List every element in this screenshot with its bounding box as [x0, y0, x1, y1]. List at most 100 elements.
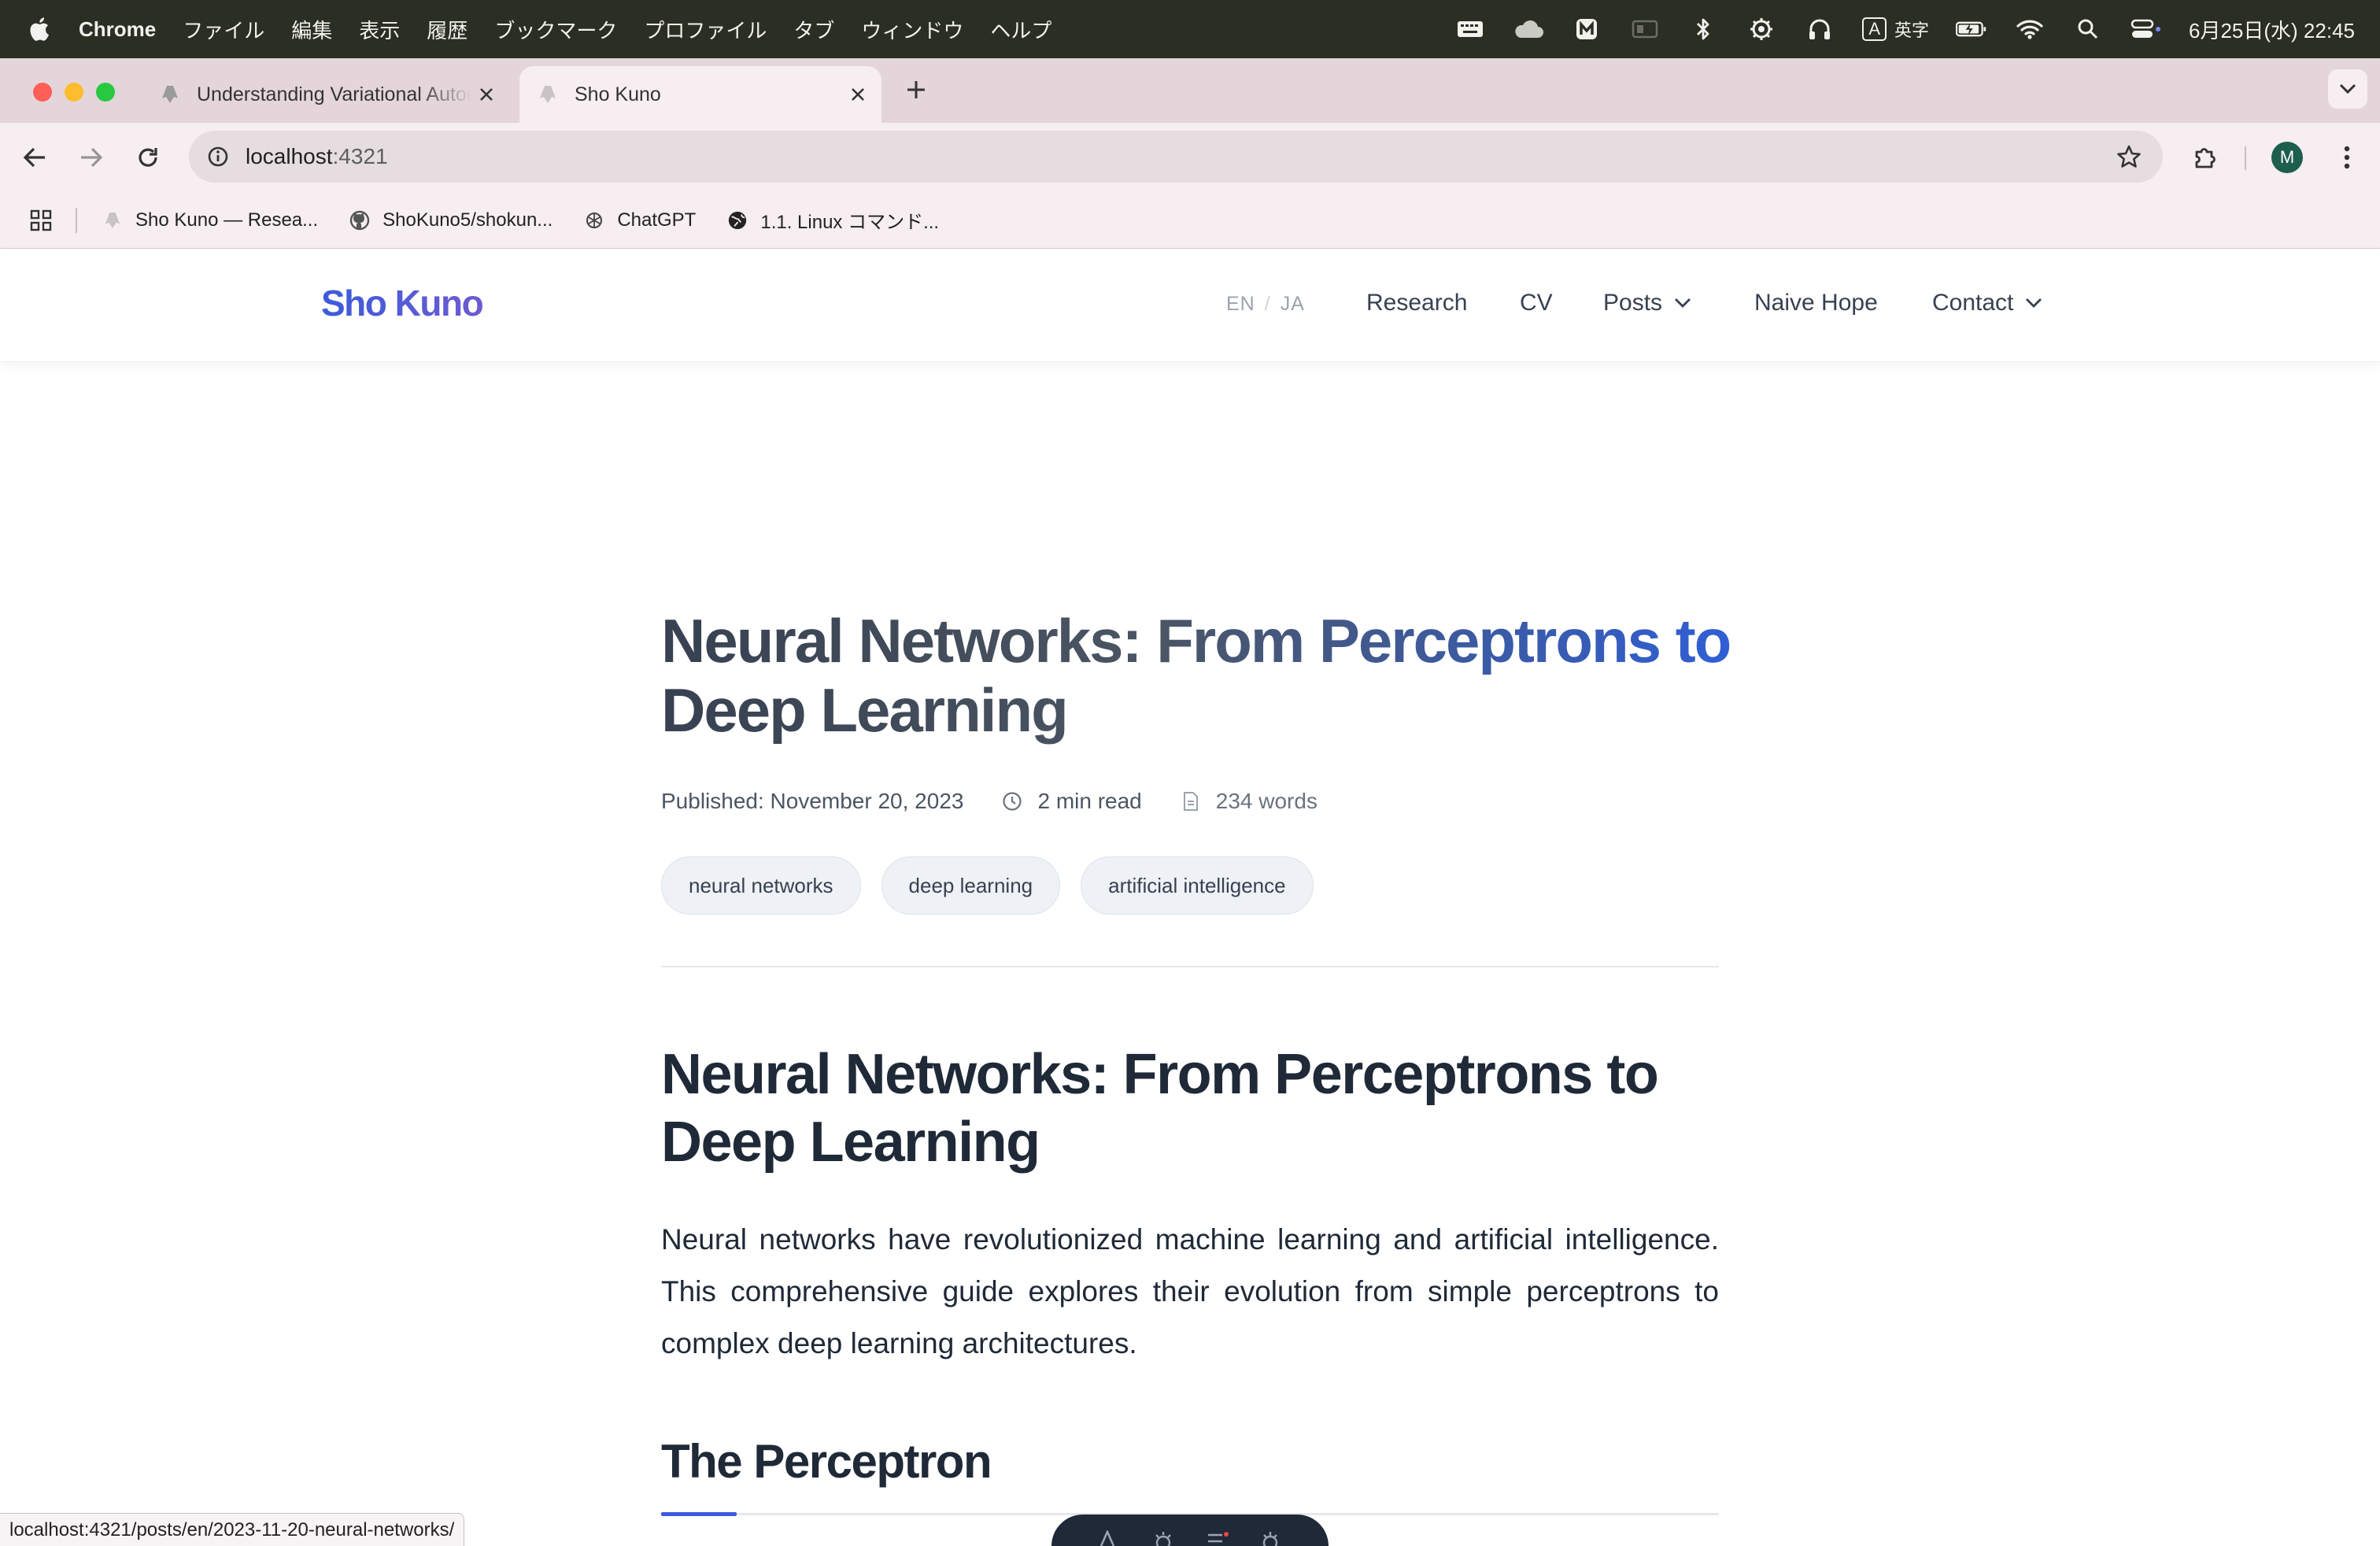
clock-icon [1001, 790, 1023, 812]
astro-favicon-icon [102, 210, 123, 231]
wifi-icon[interactable] [2014, 16, 2046, 43]
menu-file[interactable]: ファイル [183, 15, 264, 44]
reload-icon[interactable] [131, 140, 165, 175]
tab-close-icon[interactable] [844, 80, 872, 109]
profile-avatar[interactable]: M [2271, 142, 2303, 173]
bookmark-label: ChatGPT [617, 209, 697, 231]
mendeley-icon[interactable] [1571, 16, 1602, 43]
tag-artificial-intelligence[interactable]: artificial intelligence [1081, 856, 1314, 915]
ime-a-badge: A [1862, 17, 1887, 41]
chatgpt-icon [584, 210, 604, 231]
floating-reading-toolbar [1051, 1515, 1329, 1546]
bookmark-label: ShoKuno5/shokun... [382, 209, 553, 231]
bookmarks-bar: Sho Kuno — Resea... ShoKuno5/shokun... C… [0, 192, 2380, 249]
tab-sho-kuno[interactable]: Sho Kuno [519, 66, 881, 123]
tab-search-chevron-icon[interactable] [2328, 69, 2367, 109]
back-arrow-icon[interactable] [17, 140, 52, 175]
window-close-button[interactable] [33, 83, 52, 102]
section-heading-perceptron: The Perceptron [661, 1435, 992, 1488]
theme-toggle-icon[interactable] [1150, 1530, 1177, 1546]
chevron-down-icon [2024, 294, 2043, 313]
document-icon [1180, 790, 1202, 812]
chrome-toolbar: localhost:4321 M [0, 123, 2380, 192]
nav-contact[interactable]: Contact [1932, 290, 2043, 316]
menu-window[interactable]: ウィンドウ [861, 15, 963, 44]
bookmark-chatgpt[interactable]: ChatGPT [584, 209, 696, 231]
menu-profiles[interactable]: プロファイル [644, 15, 767, 44]
tag-neural-networks[interactable]: neural networks [661, 856, 861, 915]
menu-app-name[interactable]: Chrome [79, 17, 156, 42]
window-minimize-button[interactable] [65, 83, 83, 102]
toc-icon[interactable] [1203, 1530, 1230, 1546]
tab-title: Sho Kuno [575, 83, 661, 105]
window-fullscreen-button[interactable] [96, 83, 115, 102]
github-icon [349, 210, 370, 231]
nav-naive-hope[interactable]: Naive Hope [1754, 290, 1878, 316]
lang-separator: / [1264, 293, 1271, 315]
nav-posts-label: Posts [1603, 290, 1663, 316]
tab-close-icon[interactable] [472, 80, 501, 109]
tag-list: neural networks deep learning artificial… [661, 856, 1314, 915]
new-tab-plus-icon[interactable] [902, 76, 930, 104]
address-bar[interactable]: localhost:4321 [189, 131, 2163, 183]
globe-icon [727, 210, 748, 231]
url-text: localhost:4321 [246, 144, 388, 169]
language-switcher: EN / JA [1226, 293, 1305, 316]
menu-edit[interactable]: 編集 [291, 15, 332, 44]
cloud-icon[interactable] [1513, 16, 1544, 43]
site-info-icon[interactable] [200, 139, 236, 175]
input-method-indicator[interactable]: A 英字 [1862, 17, 1929, 42]
word-count: 234 words [1215, 789, 1318, 813]
site-logo[interactable]: Sho Kuno [321, 282, 484, 324]
bookmark-sho-kuno[interactable]: Sho Kuno — Resea... [102, 209, 318, 231]
tag-deep-learning[interactable]: deep learning [881, 856, 1061, 915]
read-time: 2 min read [1037, 789, 1142, 813]
lang-ja-link[interactable]: JA [1281, 293, 1305, 315]
bookmark-star-icon[interactable] [2114, 142, 2144, 172]
headphones-icon[interactable] [1804, 16, 1835, 43]
bookmark-label: Sho Kuno — Resea... [135, 209, 319, 231]
extensions-puzzle-icon[interactable] [2188, 140, 2223, 175]
chrome-tab-strip: Understanding Variational Autoencoders S… [0, 58, 2380, 123]
tab-title: Understanding Variational Autoencoders [197, 83, 472, 105]
menubar-clock[interactable]: 6月25日(水) 22:45 [2189, 15, 2355, 44]
battery-charging-icon[interactable] [1956, 16, 1987, 43]
nav-cv[interactable]: CV [1520, 290, 1553, 316]
forward-arrow-icon[interactable] [74, 140, 109, 175]
keyboard-icon[interactable] [1454, 16, 1486, 43]
control-center-icon[interactable] [2131, 16, 2162, 43]
link-status-bubble: localhost:4321/posts/en/2023-11-20-neura… [0, 1513, 465, 1546]
chevron-down-icon [1673, 294, 1692, 313]
apple-menu-icon[interactable] [27, 15, 50, 43]
content-heading: Neural Networks: From Perceptrons to Dee… [661, 1043, 1659, 1174]
published-date: Published: November 20, 2023 [661, 789, 964, 813]
bookmark-label: 1.1. Linux コマンド... [760, 212, 940, 233]
menu-help[interactable]: ヘルプ [990, 15, 1051, 44]
astro-favicon-icon [537, 83, 559, 105]
settings-gear-icon[interactable] [1257, 1530, 1284, 1546]
menu-history[interactable]: 履歴 [427, 15, 468, 44]
bookmark-linux-commands[interactable]: 1.1. Linux コマンド... [727, 206, 939, 234]
bookmark-github-shokuno[interactable]: ShoKuno5/shokun... [349, 209, 552, 231]
apps-grid-icon[interactable] [28, 208, 54, 233]
menu-view[interactable]: 表示 [359, 15, 400, 44]
toolbar-divider [2245, 146, 2246, 170]
lang-en-link[interactable]: EN [1226, 293, 1255, 315]
spotlight-search-icon[interactable] [2072, 16, 2104, 43]
menu-tab[interactable]: タブ [793, 15, 834, 44]
display-icon[interactable] [1629, 16, 1661, 43]
more-menu-icon[interactable] [2330, 140, 2364, 175]
tab-understanding-vae[interactable]: Understanding Variational Autoencoders [146, 66, 510, 123]
bookmarks-separator [76, 207, 77, 233]
gear-status-icon[interactable] [1746, 16, 1777, 43]
bluetooth-icon[interactable] [1687, 16, 1719, 43]
article-title: Neural Networks: From Perceptrons to Dee… [661, 606, 1747, 745]
nav-research[interactable]: Research [1366, 290, 1467, 316]
menu-bookmarks[interactable]: ブックマーク [494, 15, 617, 44]
nav-posts[interactable]: Posts [1603, 290, 1692, 316]
header-divider [661, 966, 1719, 967]
macos-menubar: Chrome ファイル 編集 表示 履歴 ブックマーク プロファイル タブ ウィ… [0, 0, 2380, 58]
site-header: Sho Kuno EN / JA Research CV Posts Naive H… [0, 249, 2380, 362]
font-size-icon[interactable] [1096, 1530, 1123, 1546]
intro-paragraph: Neural networks have revolutionized mach… [661, 1223, 1719, 1359]
